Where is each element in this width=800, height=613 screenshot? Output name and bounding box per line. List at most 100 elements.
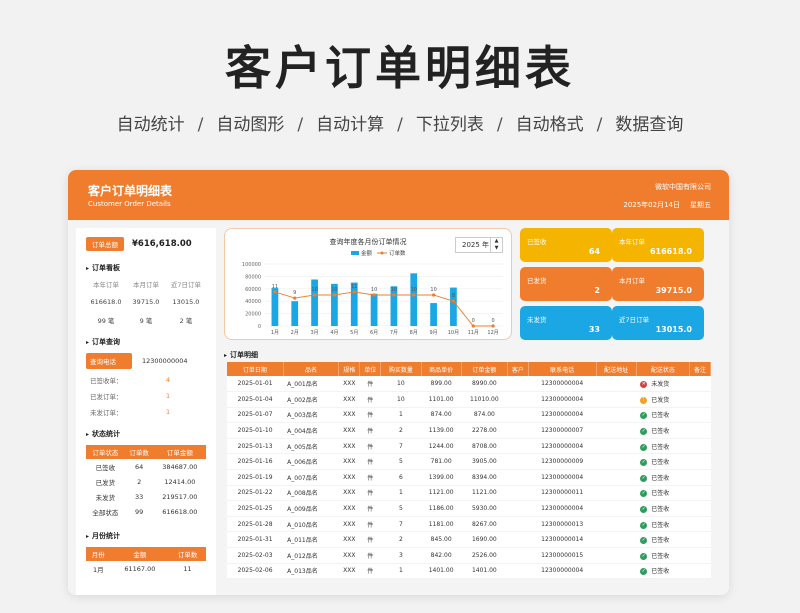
- x-tick-label: 12月: [487, 330, 498, 336]
- summary-card: 已签收 64: [520, 228, 612, 262]
- order-cell-备注: [689, 563, 711, 580]
- order-cell-规格: XXX: [338, 391, 360, 408]
- order-cell-订单日期: 2025-02-03: [227, 547, 284, 564]
- summary-card: 本年订单 616618.0: [612, 228, 704, 262]
- order-row[interactable]: 2025-01-13 A_005品名 XXX 件 7 1244.00 8708.00 1230…: [227, 438, 711, 455]
- order-count-label: 10: [391, 287, 397, 293]
- order-cell-订单日期: 2025-01-16: [227, 453, 284, 471]
- order-row[interactable]: 2025-01-01 A_001品名 XXX 件 10 899.00 8990.00 1230…: [227, 376, 711, 393]
- status-dot-icon: ✓: [640, 521, 648, 529]
- table-row: 已签收 64 384687.00: [86, 459, 206, 474]
- order-cell-购买数量: 10: [380, 376, 421, 393]
- query-result-row: 未发订单： 1: [86, 407, 206, 417]
- order-count-label: 11: [351, 284, 357, 290]
- order-row[interactable]: 2025-01-16 A_006品名 XXX 件 5 781.00 3905.00 12300…: [227, 453, 711, 471]
- order-count-point: [332, 293, 337, 297]
- order-count-label: 0: [491, 318, 494, 324]
- order-row[interactable]: 2025-01-04 A_002品名 XXX 件 10 1101.00 11010.00 12…: [227, 391, 711, 408]
- status-text: 已发货: [651, 396, 670, 404]
- order-cell-配送状态: ✓ 已签收: [636, 438, 690, 455]
- order-row[interactable]: 2025-01-10 A_004品名 XXX 件 2 1139.00 2278.00 1230…: [227, 422, 711, 439]
- order-cell-规格: XXX: [338, 376, 360, 393]
- current-weekday: 星期五: [690, 201, 711, 209]
- order-cell-客户: [507, 516, 529, 533]
- order-cell-单位: 件: [359, 407, 381, 424]
- summary-card-value: 39715.0: [655, 286, 692, 295]
- order-cell-购买数量: 2: [380, 422, 421, 439]
- table-cell: 219517.00: [162, 492, 198, 501]
- order-row[interactable]: 2025-02-06 A_013品名 XXX 件 1 1401.00 1401.00 1230…: [227, 563, 711, 580]
- order-row[interactable]: 2025-01-19 A_007品名 XXX 件 6 1399.00 8394.00 1230…: [227, 469, 711, 486]
- order-cell-配送地址: [596, 469, 637, 486]
- order-row[interactable]: 2025-01-31 A_011品名 XXX 件 2 845.00 1690.00 12300…: [227, 531, 711, 549]
- order-cell-联系电话: 12300000014: [528, 531, 596, 549]
- table-cell: 1月: [92, 565, 104, 574]
- order-cell-备注: [689, 547, 711, 564]
- query-result-label: 已发订单：: [90, 393, 123, 401]
- order-cell-单位: 件: [359, 516, 381, 533]
- query-result-value: 4: [166, 376, 171, 384]
- order-count-point: [352, 290, 356, 294]
- orders-header-cell: 备注: [689, 362, 712, 376]
- feature-tag: 自动格式: [515, 115, 584, 135]
- order-cell-规格: XXX: [338, 438, 360, 455]
- order-cell-订单金额: 8267.00: [461, 516, 508, 533]
- status-dot-icon: ✓: [640, 490, 648, 498]
- order-cell-订单金额: 1401.00: [461, 563, 508, 580]
- table-row: 1月 61167.00 11: [86, 561, 206, 576]
- summary-card: 近7日订单 13015.0: [612, 306, 704, 340]
- order-row[interactable]: 2025-02-03 A_012品名 XXX 件 3 842.00 2526.00 12300…: [227, 547, 711, 564]
- order-count-label: 10: [371, 287, 377, 293]
- order-cell-商品单价: 899.00: [421, 376, 462, 393]
- feature-tag: 下拉列表: [415, 115, 484, 135]
- order-cell-订单日期: 2025-01-10: [227, 422, 284, 439]
- order-row[interactable]: 2025-01-25 A_009品名 XXX 件 5 1186.00 5930.00 1230…: [227, 500, 711, 517]
- order-cell-备注: [689, 438, 711, 455]
- order-count-label: 8: [452, 293, 455, 299]
- status-dot-icon: ✓: [640, 443, 648, 451]
- summary-card-value: 64: [588, 247, 600, 256]
- order-cell-单位: 件: [359, 531, 381, 549]
- order-row[interactable]: 2025-01-22 A_008品名 XXX 件 1 1121.00 1121.00 1230…: [227, 485, 711, 502]
- order-cell-购买数量: 10: [380, 391, 421, 408]
- orders-header-cell: 订单日期: [227, 362, 284, 376]
- status-dot-icon: ✓: [640, 537, 648, 545]
- table-header-cell: 金额: [110, 547, 170, 561]
- status-text: 已签收: [651, 459, 670, 467]
- table-cell: 33: [135, 492, 144, 501]
- order-cell-规格: XXX: [338, 500, 360, 517]
- feature-tag: 自动计算: [316, 115, 385, 135]
- order-cell-订单金额: 2526.00: [461, 547, 508, 564]
- phone-query-input[interactable]: 12300000004: [142, 357, 188, 365]
- order-cell-配送状态: ✓ 已签收: [636, 422, 690, 439]
- order-total: 订单总额 ¥616,618.00: [86, 236, 206, 251]
- y-tick-label: 80000: [245, 274, 261, 280]
- order-cell-订单金额: 11010.00: [461, 391, 508, 408]
- status-text: 已签收: [651, 568, 670, 576]
- order-cell-订单日期: 2025-01-04: [227, 391, 284, 408]
- order-cell-配送状态: ! 已发货: [636, 391, 690, 408]
- kanban-grid: 本年订单 本月订单 近7日订单 616618.0 39715.0 13015.0 99 笔 9…: [86, 279, 206, 325]
- order-cell-购买数量: 1: [380, 485, 421, 502]
- order-cell-品名: A_004品名: [283, 422, 339, 439]
- order-cell-配送状态: ✓ 已签收: [636, 563, 690, 580]
- order-row[interactable]: 2025-01-28 A_010品名 XXX 件 7 1181.00 8267.00 1230…: [227, 516, 711, 533]
- order-row[interactable]: 2025-01-07 A_003品名 XXX 件 1 874.00 874.00 123000…: [227, 407, 711, 424]
- query-result-row: 已发订单： 1: [86, 391, 206, 401]
- x-tick-label: 11月: [468, 330, 479, 336]
- order-cell-配送状态: ✓ 已签收: [636, 485, 690, 502]
- x-tick-label: 9月: [429, 330, 437, 336]
- order-cell-联系电话: 12300000004: [528, 438, 596, 455]
- order-cell-配送地址: [596, 516, 637, 533]
- status-text: 未发货: [651, 381, 670, 389]
- order-cell-规格: XXX: [338, 563, 360, 580]
- order-cell-配送地址: [596, 531, 637, 549]
- order-cell-备注: [689, 500, 711, 517]
- order-cell-客户: [507, 422, 529, 439]
- table-cell: 12414.00: [164, 477, 196, 486]
- order-cell-配送地址: [596, 547, 637, 564]
- date-display: 2025年02月14日 星期五: [613, 200, 711, 210]
- x-tick-label: 5月: [350, 330, 358, 336]
- order-cell-备注: [689, 469, 711, 486]
- query-result-value: 1: [166, 408, 171, 416]
